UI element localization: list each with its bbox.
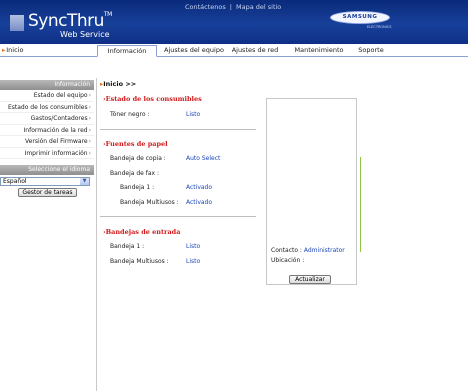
samsung-logo: SAMSUNG xyxy=(330,11,390,24)
contact-link[interactable]: Contáctenos xyxy=(185,3,226,11)
consumables-title: Estado de los consumibles xyxy=(103,95,202,103)
home-link[interactable]: Inicio xyxy=(2,46,23,54)
input-tray1-value: Listo xyxy=(186,243,201,250)
sidebar-item-info-red[interactable]: Información de la red xyxy=(0,125,94,136)
divider xyxy=(100,216,256,217)
logo-text: SyncThru xyxy=(28,11,104,31)
logo-mark-icon xyxy=(10,15,24,31)
content-divider xyxy=(96,78,97,391)
top-nav: Inicio Información Ajustes del equipo Aj… xyxy=(0,44,468,57)
toner-label: Tóner negro : xyxy=(110,111,150,118)
paper-multi-label: Bandeja Multiusos : xyxy=(120,199,179,206)
samsung-electronics-label: ELECTRONICS xyxy=(367,25,392,29)
breadcrumb: Inicio >> xyxy=(100,80,136,88)
page: SyncThruTM Web Service Contáctenos | Mapa … xyxy=(0,0,468,391)
tab-ajustes-red[interactable]: Ajustes de red xyxy=(226,45,284,57)
tab-mantenimiento[interactable]: Mantenimiento xyxy=(287,45,351,57)
contact-label: Contacto : xyxy=(271,247,302,254)
location-label: Ubicación : xyxy=(271,257,305,264)
input-trays-title: Bandejas de entrada xyxy=(103,228,181,236)
tab-ajustes-equipo[interactable]: Ajustes del equipo xyxy=(158,45,230,57)
device-panel: Contacto : Administrator Ubicación : Act… xyxy=(266,98,361,285)
chevron-down-icon[interactable]: ▼ xyxy=(80,178,89,185)
panel-accent-line xyxy=(360,157,361,252)
language-select[interactable]: Español ▼ xyxy=(0,177,90,186)
input-tray1-label: Bandeja 1 : xyxy=(110,243,145,250)
contact-info: Contacto : Administrator xyxy=(271,247,345,254)
sidebar-heading: Información xyxy=(0,80,94,90)
contact-value[interactable]: Administrator xyxy=(304,247,345,254)
divider xyxy=(100,129,256,130)
sitemap-link[interactable]: Mapa del sitio xyxy=(236,3,281,11)
paper-multi-value: Activado xyxy=(186,199,213,206)
logo-tm: TM xyxy=(103,11,112,18)
fax-tray-label: Bandeja de fax : xyxy=(110,170,160,177)
language-heading: Seleccione el idioma xyxy=(0,165,94,175)
sidebar-item-imprimir[interactable]: Imprimir información xyxy=(0,148,94,159)
sidebar-item-estado-equipo[interactable]: Estado del equipo xyxy=(0,90,94,102)
app-logo: SyncThruTM xyxy=(28,11,112,31)
task-manager-button[interactable]: Gestor de tareas xyxy=(18,188,77,197)
top-links-separator: | xyxy=(229,3,232,11)
sidebar-item-firmware[interactable]: Versión del Firmware xyxy=(0,136,94,148)
toner-value: Listo xyxy=(186,111,201,118)
logo-subtitle: Web Service xyxy=(60,30,110,39)
update-button[interactable]: Actualizar xyxy=(289,275,331,284)
sidebar-item-gastos[interactable]: Gastos/Contadores xyxy=(0,113,94,125)
copy-tray-value: Auto Select xyxy=(186,155,221,162)
paper-sources-title: Fuentes de papel xyxy=(103,140,168,148)
header-banner: SyncThruTM Web Service Contáctenos | Mapa … xyxy=(0,0,468,44)
sidebar: Información Estado del equipo Estado de … xyxy=(0,80,94,197)
input-multi-label: Bandeja Multiusos : xyxy=(110,258,169,265)
top-links: Contáctenos | Mapa del sitio xyxy=(185,3,281,11)
copy-tray-label: Bandeja de copia : xyxy=(110,155,166,162)
paper-tray1-label: Bandeja 1 : xyxy=(120,184,155,191)
tab-soporte[interactable]: Soporte xyxy=(350,45,392,57)
paper-tray1-value: Activado xyxy=(186,184,213,191)
input-multi-value: Listo xyxy=(186,258,201,265)
sidebar-item-consumibles[interactable]: Estado de los consumibles xyxy=(0,102,94,113)
language-value: Español xyxy=(3,178,27,185)
tab-informacion[interactable]: Información xyxy=(97,45,157,57)
